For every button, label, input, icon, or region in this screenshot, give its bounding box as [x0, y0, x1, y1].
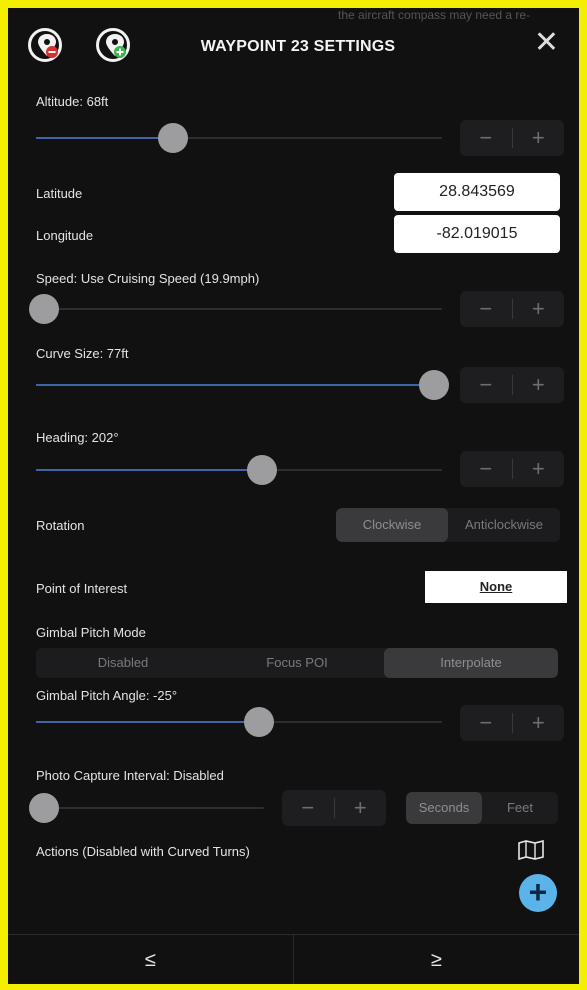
gimbal-mode-option-interpolate[interactable]: Interpolate	[384, 648, 558, 678]
longitude-field[interactable]: -82.019015	[394, 215, 560, 253]
speed-slider-knob[interactable]	[29, 294, 59, 324]
speed-label: Speed: Use Cruising Speed (19.9mph)	[36, 271, 260, 286]
speed-stepper[interactable]: − +	[460, 291, 564, 327]
latitude-label: Latitude	[36, 186, 83, 201]
heading-slider-knob[interactable]	[247, 455, 278, 485]
altitude-slider[interactable]	[36, 123, 442, 153]
heading-slider-fill	[36, 469, 264, 471]
curve-size-slider-fill	[36, 384, 442, 386]
close-icon[interactable]: ✕	[534, 28, 559, 58]
speed-increment-button[interactable]: +	[513, 291, 565, 327]
gimbal-angle-stepper[interactable]: − +	[460, 705, 564, 741]
unit-option-seconds[interactable]: Seconds	[406, 792, 482, 824]
gimbal-angle-decrement-button[interactable]: −	[460, 705, 512, 741]
gimbal-mode-option-disabled[interactable]: Disabled	[36, 648, 210, 678]
add-waypoint-icon[interactable]	[96, 28, 130, 62]
next-waypoint-button[interactable]: ≥	[294, 935, 579, 984]
unit-option-feet[interactable]: Feet	[482, 792, 558, 824]
gimbal-angle-label: Gimbal Pitch Angle: -25°	[36, 688, 178, 703]
footer-nav: ≤ ≥	[8, 934, 579, 984]
gimbal-mode-option-focus-poi[interactable]: Focus POI	[210, 648, 384, 678]
curve-size-label: Curve Size: 77ft	[36, 346, 129, 361]
latitude-field[interactable]: 28.843569	[394, 173, 560, 211]
gimbal-angle-slider-fill	[36, 721, 260, 723]
map-icon[interactable]	[518, 839, 544, 865]
altitude-slider-knob[interactable]	[157, 123, 188, 153]
curve-size-stepper[interactable]: − +	[460, 367, 564, 403]
gimbal-angle-increment-button[interactable]: +	[513, 705, 565, 741]
heading-label: Heading: 202°	[36, 430, 119, 445]
gimbal-angle-slider-knob[interactable]	[243, 707, 274, 737]
poi-label: Point of Interest	[36, 581, 128, 596]
photo-interval-increment-button[interactable]: +	[335, 790, 387, 826]
altitude-decrement-button[interactable]: −	[460, 120, 512, 156]
photo-interval-unit-control[interactable]: Seconds Feet	[406, 792, 558, 824]
speed-decrement-button[interactable]: −	[460, 291, 512, 327]
remove-waypoint-icon[interactable]	[28, 28, 62, 62]
waypoint-settings-panel: the aircraft compass may need a re- WAYP…	[8, 8, 579, 984]
curve-size-increment-button[interactable]: +	[513, 367, 565, 403]
gimbal-mode-label: Gimbal Pitch Mode	[36, 625, 146, 640]
altitude-slider-fill	[36, 137, 170, 139]
gimbal-angle-slider[interactable]	[36, 707, 442, 737]
altitude-label: Altitude: 68ft	[36, 94, 109, 109]
heading-increment-button[interactable]: +	[513, 451, 565, 487]
rotation-option-clockwise[interactable]: Clockwise	[336, 508, 448, 542]
previous-waypoint-button[interactable]: ≤	[8, 935, 293, 984]
altitude-increment-button[interactable]: +	[513, 120, 565, 156]
rotation-label: Rotation	[36, 518, 85, 533]
photo-interval-stepper[interactable]: − +	[282, 790, 386, 826]
page-title: WAYPOINT 23 SETTINGS	[200, 38, 396, 55]
gimbal-mode-segmented-control[interactable]: Disabled Focus POI Interpolate	[36, 648, 558, 678]
altitude-stepper[interactable]: − +	[460, 120, 564, 156]
longitude-label: Longitude	[36, 228, 94, 243]
heading-stepper[interactable]: − +	[460, 451, 564, 487]
heading-slider[interactable]	[36, 455, 442, 485]
header: WAYPOINT 23 SETTINGS ✕	[8, 8, 579, 86]
photo-interval-slider[interactable]	[29, 793, 264, 823]
curve-size-slider-knob[interactable]	[419, 370, 449, 400]
plus-circle-icon[interactable]: +	[519, 874, 557, 912]
photo-interval-slider-knob[interactable]	[29, 793, 59, 823]
heading-decrement-button[interactable]: −	[460, 451, 512, 487]
curve-size-slider[interactable]	[36, 370, 449, 400]
actions-label: Actions (Disabled with Curved Turns)	[36, 844, 250, 859]
poi-selector[interactable]: None	[425, 571, 567, 603]
curve-size-decrement-button[interactable]: −	[460, 367, 512, 403]
photo-interval-label: Photo Capture Interval: Disabled	[36, 768, 224, 783]
photo-interval-decrement-button[interactable]: −	[282, 790, 334, 826]
rotation-segmented-control[interactable]: Clockwise Anticlockwise	[336, 508, 560, 542]
rotation-option-anticlockwise[interactable]: Anticlockwise	[448, 508, 560, 542]
speed-slider[interactable]	[29, 294, 442, 324]
